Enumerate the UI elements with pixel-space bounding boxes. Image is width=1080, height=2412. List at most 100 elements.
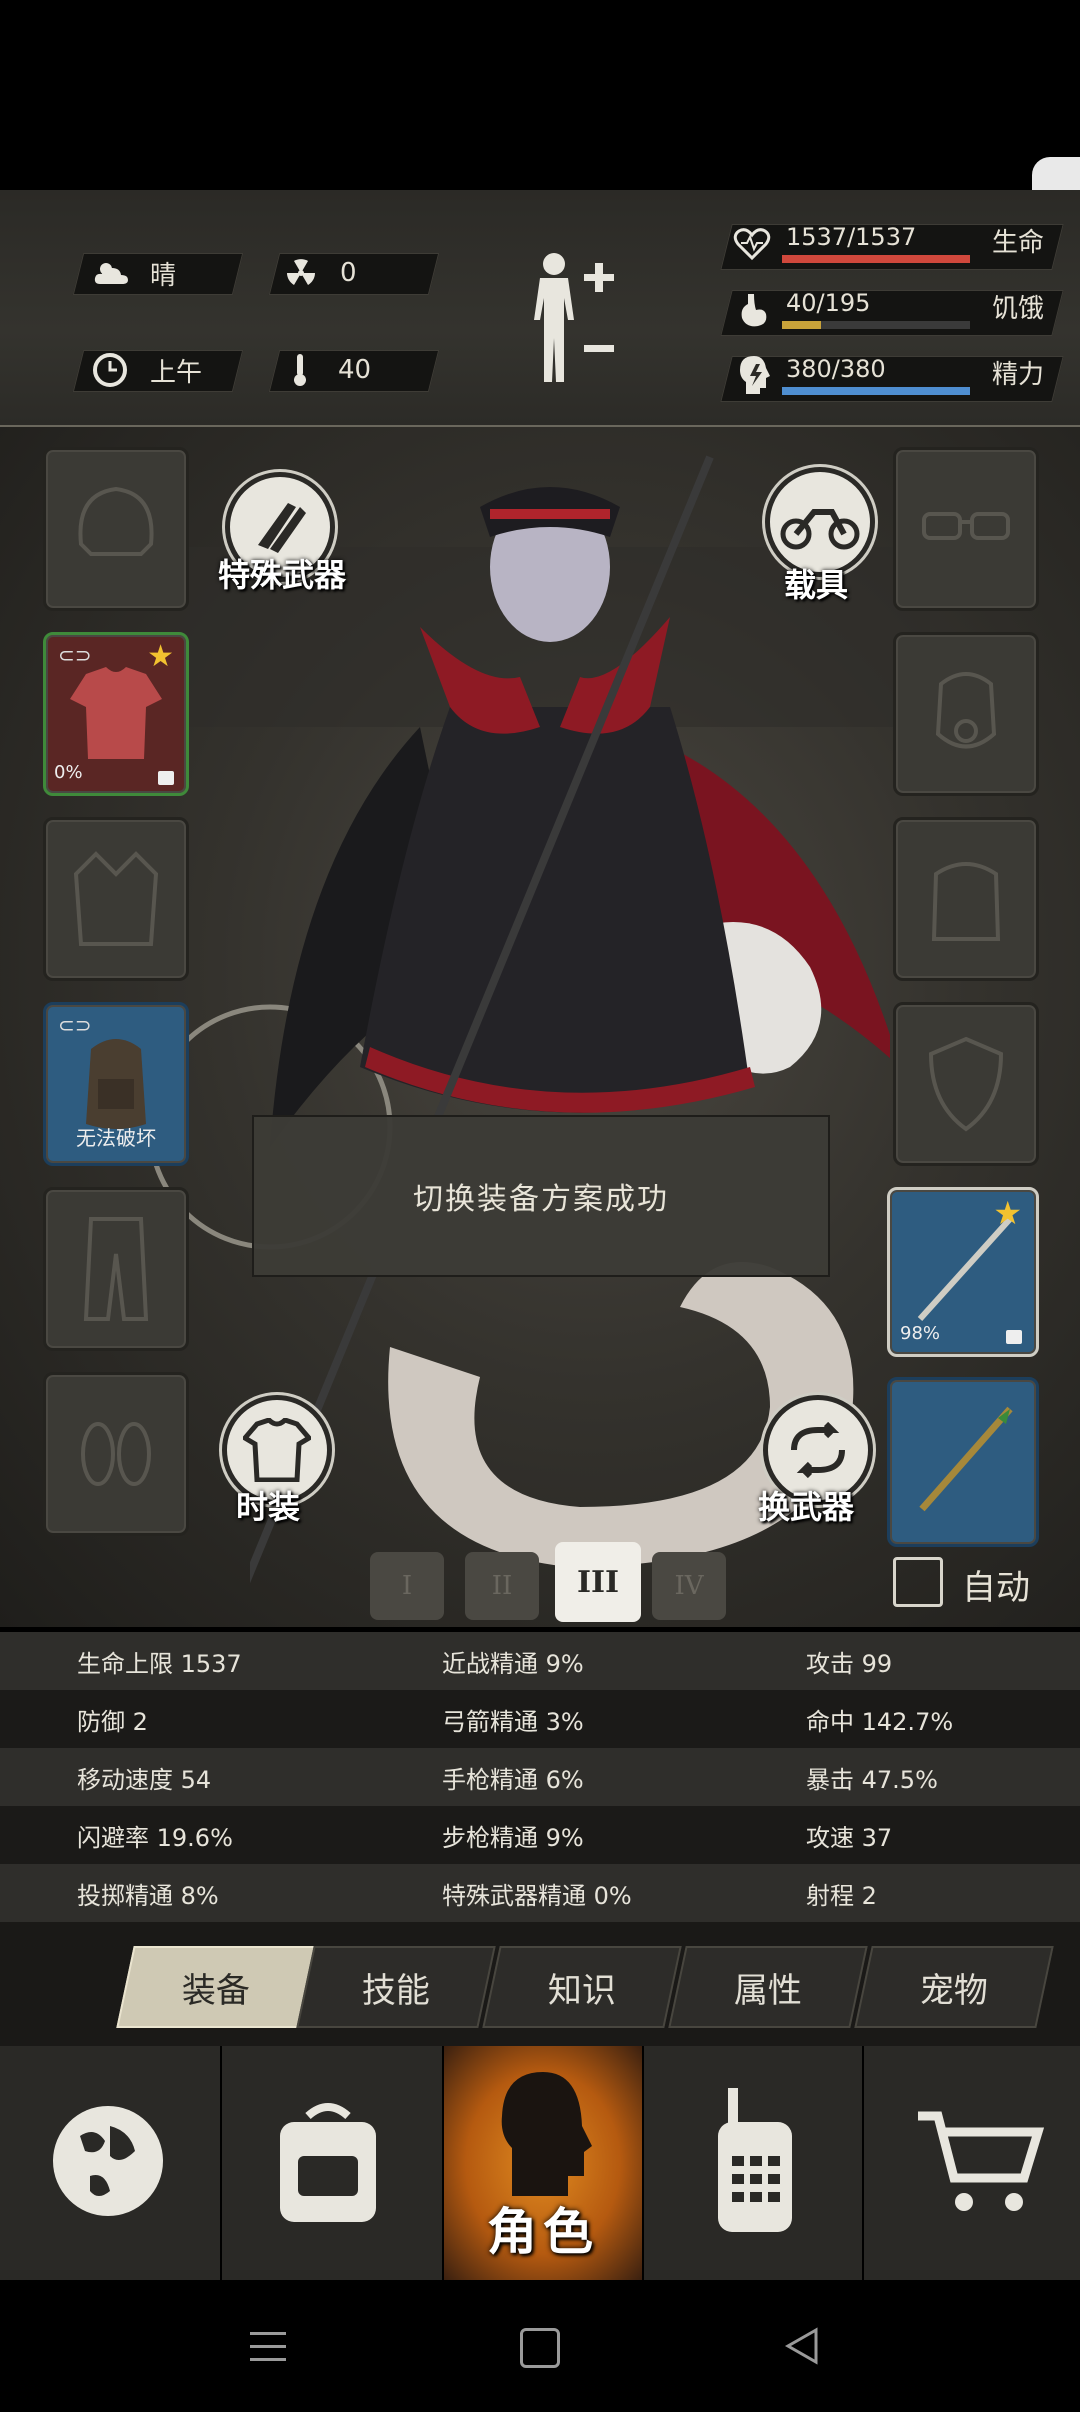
backpack-slot[interactable]: ⊂⊃ 无法破坏 [43, 1002, 189, 1166]
nav-character-button[interactable]: 角色 [444, 2046, 642, 2280]
auto-label: 自动 [962, 1568, 1030, 1608]
health-label: 生命 [992, 228, 1045, 258]
hunger-bar-fill [782, 321, 821, 329]
bag-icon [931, 862, 1001, 941]
switch-weapon-label: 换武器 [758, 1488, 855, 1526]
stat-throw-mastery: 投掷精通 8% [77, 1881, 219, 1910]
tab-pets[interactable]: 宠物 [854, 1946, 1054, 2028]
star-icon: ★ [993, 1194, 1022, 1232]
stats-row: 投掷精通 8% 特殊武器精通 0% 射程 2 [0, 1864, 1080, 1922]
nav-backpack-button[interactable] [222, 2046, 442, 2280]
stat-move-speed: 移动速度 54 [77, 1765, 212, 1794]
rockets-icon [258, 503, 306, 553]
shoes-slot[interactable] [43, 1372, 189, 1536]
hunger-text: 40/195 [786, 289, 871, 317]
stats-row: 移动速度 54 手枪精通 6% 暴击 47.5% [0, 1748, 1080, 1806]
nav-world-button[interactable] [0, 2046, 220, 2280]
secondary-weapon-slot[interactable] [887, 1377, 1039, 1547]
cloud-sun-icon [94, 263, 128, 284]
stats-row: 闪避率 19.6% 步枪精通 9% 攻速 37 [0, 1806, 1080, 1864]
toast-message: 切换装备方案成功 [252, 1115, 830, 1277]
tshirt-icon [243, 1418, 311, 1482]
back-icon[interactable] [784, 2326, 820, 2366]
home-icon[interactable] [520, 2328, 560, 2368]
stat-accuracy: 命中 142.7% [806, 1707, 954, 1736]
temperature-value: 40 [338, 355, 372, 385]
star-icon: ★ [147, 639, 174, 674]
energy-text: 380/380 [786, 355, 886, 383]
glasses-icon [922, 512, 1010, 540]
weather-text: 晴 [150, 260, 177, 291]
coat-slot[interactable] [43, 817, 189, 981]
stat-bow-mastery: 弓箭精通 3% [442, 1707, 584, 1736]
stat-rifle-mastery: 步枪精通 9% [442, 1823, 584, 1852]
bag-slot[interactable] [893, 817, 1039, 981]
loadout-1-tab[interactable]: I [370, 1552, 444, 1620]
menu-icon[interactable] [250, 2328, 286, 2364]
stat-attack-speed: 攻速 37 [806, 1823, 893, 1852]
toast-text: 切换装备方案成功 [413, 1182, 669, 1217]
status-panel: 晴 0 上午 40 1537/1537 生命 40/195 饥饿 380/380… [0, 190, 1080, 427]
heart-icon [733, 228, 771, 261]
shield-icon [928, 1036, 1004, 1132]
coat-icon [73, 851, 159, 946]
shirt-slot[interactable]: ⊂⊃ ★ 0% [43, 632, 189, 796]
lock-icon [1006, 1330, 1022, 1344]
spear-durability: 98% [900, 1323, 941, 1344]
backpack-icon [280, 2103, 376, 2222]
shoes-icon [81, 1422, 151, 1486]
swap-arrows-icon [791, 1422, 845, 1478]
stats-row: 防御 2 弓箭精通 3% 命中 142.7% [0, 1690, 1080, 1748]
spear-slot[interactable]: ★ 98% [887, 1187, 1039, 1357]
special-weapon-label: 特殊武器 [218, 556, 347, 594]
energy-bar-fill [782, 387, 970, 395]
body-status-icon[interactable] [520, 248, 620, 388]
helmet-icon [78, 486, 154, 556]
nav-character-label: 角色 [487, 2203, 599, 2261]
stat-dodge: 闪避率 19.6% [77, 1823, 233, 1852]
link-icon: ⊂⊃ [58, 643, 92, 667]
loadout-3-tab[interactable]: III [555, 1542, 641, 1622]
green-spear-icon [919, 1406, 1013, 1512]
character-scene: ⊂⊃ ★ 0% ⊂⊃ 无法破坏 ★ 98% 特殊武器 载具 时装 换武器 切换装… [0, 427, 1080, 1627]
walkie-talkie-icon [718, 2088, 792, 2232]
energy-head-icon [740, 356, 770, 394]
pants-slot[interactable] [43, 1187, 189, 1351]
energy-label: 精力 [992, 360, 1045, 390]
pants-icon [83, 1217, 149, 1321]
stomach-icon [741, 294, 767, 327]
mask-slot[interactable] [893, 632, 1039, 796]
fashion-label: 时装 [236, 1488, 301, 1526]
gas-mask-icon [935, 672, 997, 749]
clock-icon [93, 353, 127, 387]
tab-knowledge[interactable]: 知识 [482, 1946, 682, 2028]
vehicle-label: 载具 [784, 566, 849, 604]
radiation-icon [287, 259, 315, 285]
shield-slot[interactable] [893, 1002, 1039, 1166]
loadout-4-tab[interactable]: IV [652, 1552, 726, 1620]
radiation-value: 0 [340, 258, 357, 288]
tab-equipment[interactable]: 装备 [116, 1946, 316, 2028]
character-head-icon [501, 2072, 592, 2196]
health-bar-fill [782, 255, 970, 263]
stat-attack: 攻击 99 [806, 1649, 893, 1678]
helmet-slot[interactable] [43, 447, 189, 611]
nav-radio-button[interactable] [644, 2046, 862, 2280]
glasses-slot[interactable] [893, 447, 1039, 611]
cart-icon [918, 2111, 1044, 2211]
stat-melee-mastery: 近战精通 9% [442, 1649, 584, 1678]
time-of-day: 上午 [150, 357, 203, 388]
link-icon: ⊂⊃ [58, 1013, 92, 1037]
stat-defense: 防御 2 [77, 1707, 148, 1736]
stat-range: 射程 2 [806, 1881, 877, 1910]
loadout-2-tab[interactable]: II [465, 1552, 539, 1620]
auto-checkbox[interactable] [893, 1557, 943, 1607]
stat-special-weapon-mastery: 特殊武器精通 0% [442, 1881, 632, 1910]
stat-pistol-mastery: 手枪精通 6% [442, 1765, 584, 1794]
tab-attributes[interactable]: 属性 [668, 1946, 868, 2028]
shirt-durability: 0% [54, 762, 83, 783]
tab-skills[interactable]: 技能 [296, 1946, 496, 2028]
hunger-label: 饥饿 [992, 294, 1045, 324]
nav-shop-button[interactable] [864, 2046, 1080, 2280]
red-shirt-icon [70, 667, 162, 759]
